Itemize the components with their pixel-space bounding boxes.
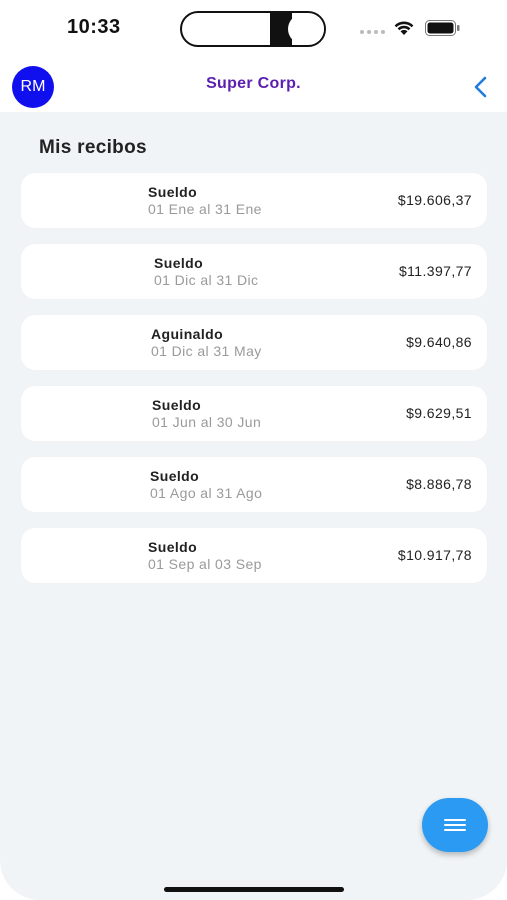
- receipt-type: Sueldo: [152, 397, 202, 413]
- home-indicator: [164, 887, 344, 892]
- receipt-card[interactable]: Sueldo 01 Sep al 03 Sep $10.917,78: [21, 528, 487, 583]
- receipt-type: Sueldo: [148, 184, 198, 200]
- receipt-period: 01 Dic al 31 May: [151, 343, 262, 359]
- receipt-period: 01 Ago al 31 Ago: [150, 485, 263, 501]
- receipt-period: 01 Jun al 30 Jun: [152, 414, 262, 430]
- receipt-amount: $9.629,51: [406, 405, 472, 421]
- receipt-amount: $11.397,77: [398, 263, 472, 279]
- cellular-icon: [360, 30, 385, 34]
- menu-fab-button[interactable]: [422, 798, 488, 852]
- receipt-period: 01 Dic al 31 Dic: [154, 272, 259, 288]
- receipt-card[interactable]: Sueldo 01 Dic al 31 Dic $11.397,77: [21, 244, 487, 299]
- status-bar: 10:33: [0, 0, 507, 60]
- receipt-amount: $8.886,78: [406, 476, 472, 492]
- content-area: Mis recibos Sueldo 01 Ene al 31 Ene $19.…: [0, 112, 507, 900]
- receipt-card[interactable]: Aguinaldo 01 Dic al 31 May $9.640,86: [21, 315, 487, 370]
- receipt-period: 01 Sep al 03 Sep: [148, 556, 262, 572]
- receipt-card[interactable]: Sueldo 01 Jun al 30 Jun $9.629,51: [21, 386, 487, 441]
- receipt-card[interactable]: Sueldo 01 Ago al 31 Ago $8.886,78: [21, 457, 487, 512]
- app-header: RM Super Corp.: [0, 60, 507, 112]
- receipt-type: Sueldo: [154, 255, 204, 271]
- section-title: Mis recibos: [39, 137, 147, 158]
- status-time: 10:33: [67, 16, 121, 38]
- receipt-amount: $9.640,86: [406, 334, 472, 350]
- receipt-card[interactable]: Sueldo 01 Ene al 31 Ene $19.606,37: [21, 173, 487, 228]
- page-title: Super Corp.: [206, 75, 301, 92]
- receipt-amount: $10.917,78: [397, 547, 472, 563]
- receipt-type: Sueldo: [148, 539, 198, 555]
- dynamic-island: [180, 11, 326, 47]
- receipt-type: Sueldo: [150, 468, 200, 484]
- receipt-type: Aguinaldo: [151, 326, 224, 342]
- receipt-period: 01 Ene al 31 Ene: [148, 201, 262, 217]
- wifi-icon: [394, 21, 414, 35]
- app-screen: 10:33 RM Super Corp. Mis recibos Sueldo …: [0, 0, 507, 900]
- battery-icon: [425, 20, 460, 36]
- receipt-amount: $19.606,37: [397, 192, 472, 208]
- menu-icon: [444, 819, 466, 831]
- receipt-list: Sueldo 01 Ene al 31 Ene $19.606,37 Sueld…: [21, 173, 487, 599]
- chevron-left-icon[interactable]: [466, 72, 496, 102]
